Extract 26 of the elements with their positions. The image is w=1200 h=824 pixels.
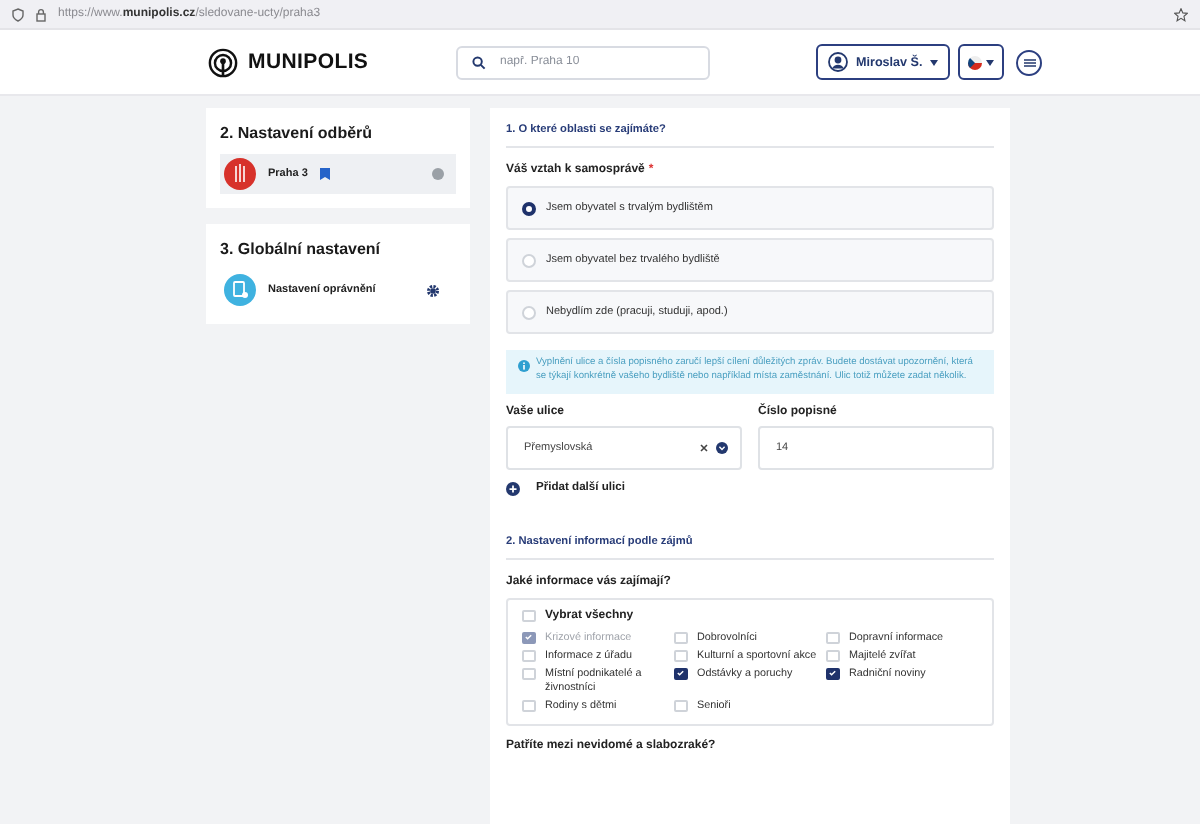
plus-icon bbox=[506, 481, 520, 496]
user-icon bbox=[828, 52, 848, 72]
dropdown-icon[interactable] bbox=[716, 441, 728, 454]
search-icon bbox=[472, 55, 486, 69]
clear-icon[interactable] bbox=[700, 443, 708, 452]
info-icon bbox=[518, 360, 530, 372]
language-button[interactable] bbox=[958, 44, 1005, 80]
signal-logo-icon bbox=[208, 47, 238, 77]
shield-icon bbox=[12, 7, 24, 21]
city-emblem-icon bbox=[224, 158, 256, 190]
document-icon bbox=[224, 274, 256, 306]
menu-button[interactable] bbox=[1016, 49, 1043, 75]
check-icon bbox=[676, 668, 685, 679]
logo-text: MUNIPOLIS bbox=[248, 50, 369, 74]
flag-icon bbox=[968, 55, 983, 69]
check-icon bbox=[828, 668, 837, 679]
menu-icon bbox=[1023, 57, 1036, 67]
card-title: 2. Nastavení odběrů bbox=[220, 124, 375, 142]
caret-icon bbox=[930, 59, 939, 65]
caret-icon bbox=[986, 59, 995, 65]
card-title: 3. Globální nastavení bbox=[220, 240, 383, 258]
bookmark-icon bbox=[319, 168, 330, 180]
check-icon bbox=[524, 632, 533, 643]
lock-icon bbox=[36, 7, 46, 21]
radio-button[interactable] bbox=[522, 201, 536, 215]
star-icon[interactable] bbox=[1174, 7, 1188, 21]
